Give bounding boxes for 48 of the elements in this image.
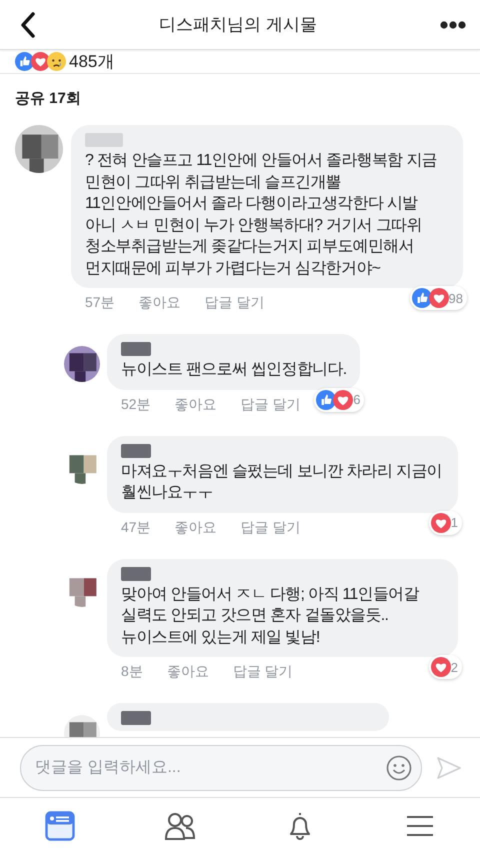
news-feed-icon [45,810,75,840]
comment-time: 8분 [121,663,143,681]
reaction-badge[interactable]: 2 [428,655,462,679]
send-icon [436,756,462,780]
comment-time: 47분 [121,518,151,536]
reply-link[interactable]: 답글 달기 [240,518,300,536]
sad-face-icon [47,52,66,71]
comment-input-field[interactable]: 댓글을 입력하세요... [20,744,422,790]
more-button[interactable] [440,20,466,28]
reaction-count: 98 [448,290,463,306]
share-count[interactable]: 공유 17회 [0,74,480,125]
redacted-name [121,342,151,356]
page-title: 디스패치님의 게시물 [159,14,317,36]
redacted-name [121,711,151,725]
like-icon [412,288,432,308]
comment-text: 맞아여 안들어서 ㅈㄴ 다행; 아직 11인들어갈 실력도 안되고 갓으면 혼자 겉돌았을듯.. 뉴이스트에 있는게 제일 빛남! [121,584,420,648]
reaction-count: 6 [353,392,360,407]
reaction-badge[interactable]: 1 [428,510,462,534]
smiley-icon [386,754,412,780]
like-link[interactable]: 좋아요 [138,294,181,312]
comment-text: 뉴이스트 팬으로써 씹인정합니다. [121,360,346,380]
reaction-count: 1 [450,515,458,530]
reaction-count: 2 [450,660,458,674]
like-icon [15,52,34,71]
friends-icon [165,810,195,840]
reply-link[interactable]: 답글 달기 [204,294,264,312]
reply-link[interactable]: 답글 달기 [240,396,300,414]
reaction-badge[interactable]: 6 [314,388,364,412]
redacted-name [121,444,151,458]
back-button[interactable] [20,12,36,38]
like-link[interactable]: 좋아요 [174,518,217,536]
more-icon [440,20,466,28]
reaction-count[interactable]: 485개 [69,50,114,73]
reply-link[interactable]: 답글 달기 [232,663,293,681]
avatar[interactable] [15,125,63,173]
like-icon [316,390,336,410]
comment-text: 마져요ㅜ처음엔 슬펐는데 보니깐 차라리 지금이 훨씬나요ㅜㅜ [121,462,443,503]
back-icon [20,12,36,38]
emoji-button[interactable] [386,754,412,780]
comment-text: ? 전혀 안슬프고 11인안에 안들어서 졸라행복함 지금 민현이 그따위 취급받는데 슬프긴개뿔 11인안에안들어서 졸라 다행이라고생각한다 시발 아니 ㅅㅂ 민현이 누가 안행복하대? 거기서 그따위 청소부취급받는게 좆같다는거지 피부도예민해서 먼지때문에 피부가 가렵다는거 심각한거야~ [85,151,438,278]
like-link[interactable]: 좋아요 [166,663,209,681]
redacted-name [85,133,123,147]
avatar[interactable] [64,346,100,382]
comment-time: 57분 [85,294,115,312]
comment-time: 52분 [121,396,151,414]
reaction-badge[interactable]: 98 [410,286,467,310]
redacted-name [121,566,151,580]
like-link[interactable]: 좋아요 [174,396,217,414]
